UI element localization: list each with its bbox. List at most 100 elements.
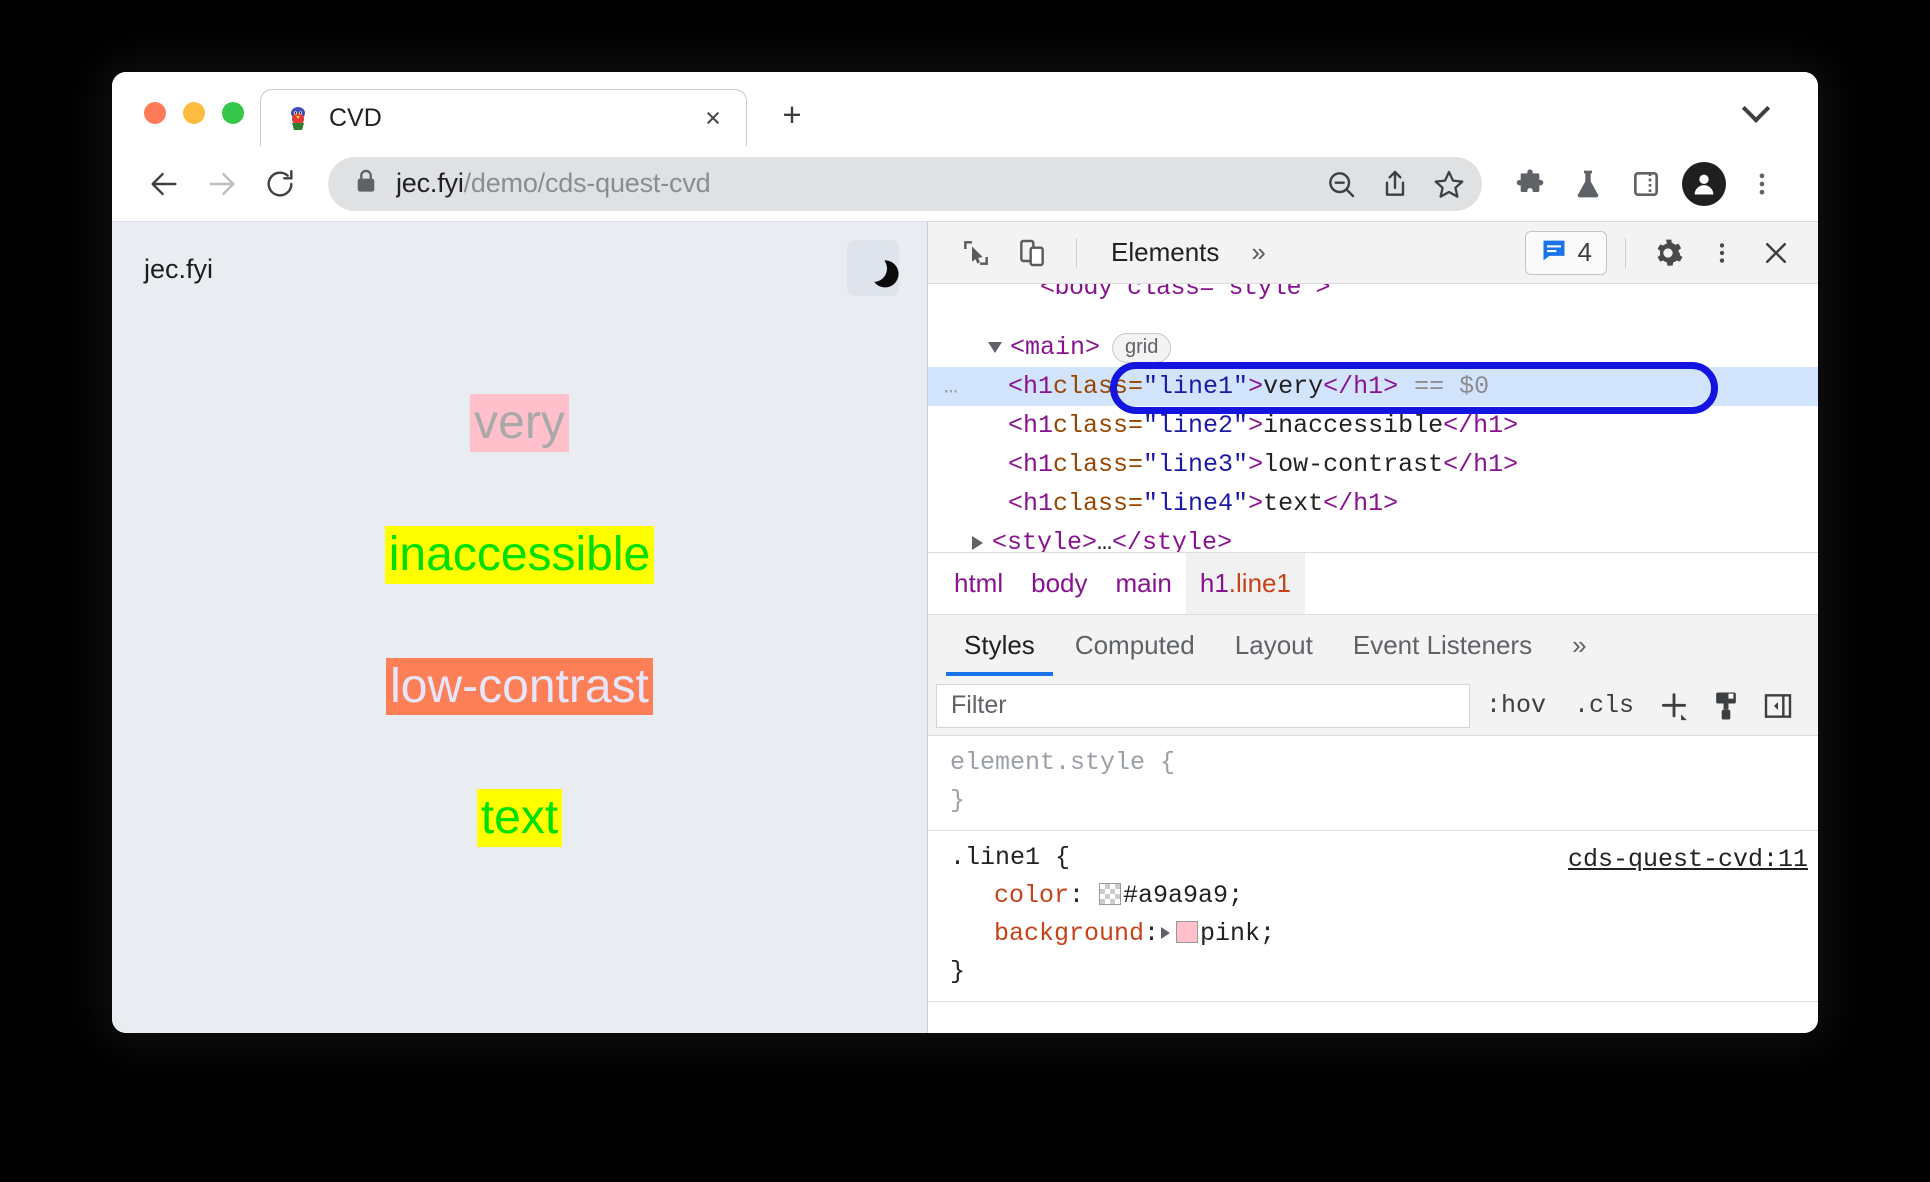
minimize-window-button[interactable] (183, 102, 205, 124)
hov-button[interactable]: :hov (1474, 684, 1558, 728)
expand-triangle-icon[interactable] (1161, 927, 1171, 939)
dom-row-h1-line4[interactable]: <h1 class = "line4" > text </h1> (928, 484, 1818, 523)
cls-button[interactable]: .cls (1562, 684, 1646, 728)
chevron-down-icon (1741, 94, 1771, 123)
avatar[interactable] (1678, 158, 1730, 210)
h1-attr-eq: = (1128, 372, 1144, 401)
breadcrumb-item-body[interactable]: body (1017, 553, 1101, 615)
new-tab-button[interactable]: + (771, 94, 813, 136)
three-dot-menu-icon[interactable] (1736, 158, 1788, 210)
three-dot-menu-icon[interactable] (1698, 231, 1746, 275)
dom-clipped-text: <body class="style"> (1040, 284, 1331, 302)
breadcrumb-item-html[interactable]: html (940, 553, 1017, 615)
parrot-favicon (285, 105, 311, 131)
tab-event-listeners[interactable]: Event Listeners (1335, 615, 1550, 676)
screenshot-root: CVD × + jec.fyi/demo/cds-quest-cvd jec.f… (0, 0, 1930, 1182)
h1-attr-value: "line2" (1143, 411, 1249, 440)
property-name[interactable]: background (994, 919, 1144, 948)
tab-layout[interactable]: Layout (1217, 615, 1331, 676)
h1-attr-value: "line4" (1143, 489, 1249, 518)
color-swatch[interactable] (1099, 883, 1122, 905)
back-arrow-icon[interactable] (138, 158, 190, 210)
dom-row-selected-h1[interactable]: … <h1 class = "line1" > very </h1> == $0 (928, 367, 1818, 406)
breadcrumb-class: .line1 (1228, 568, 1291, 598)
address-bar[interactable]: jec.fyi/demo/cds-quest-cvd (328, 156, 1482, 211)
share-icon[interactable] (1370, 159, 1420, 209)
chevron-right-double-icon[interactable]: » (1554, 615, 1604, 676)
reload-icon[interactable] (254, 158, 306, 210)
star-icon[interactable] (1424, 159, 1474, 209)
maximize-window-button[interactable] (222, 102, 244, 124)
url-host: jec.fyi (396, 168, 464, 198)
h1-attr-eq: = (1128, 411, 1144, 440)
dom-row-style[interactable]: <style> … </style> (928, 523, 1818, 552)
rule-element-style[interactable]: element.style { } (928, 736, 1818, 831)
tab-elements[interactable]: Elements (1097, 231, 1233, 275)
puzzle-icon[interactable] (1504, 158, 1556, 210)
url-text: jec.fyi/demo/cds-quest-cvd (396, 168, 1298, 199)
rule-line1[interactable]: .line1 { cds-quest-cvd:11 color: #a9a9a9… (928, 831, 1818, 1002)
expand-triangle-icon[interactable] (988, 342, 1002, 353)
tab-computed[interactable]: Computed (1057, 615, 1213, 676)
color-swatch[interactable] (1176, 921, 1199, 943)
sidebar-toggle-icon[interactable] (1754, 684, 1802, 728)
plus-icon[interactable] (1650, 684, 1698, 728)
dom-row-main-open[interactable]: <main> grid (928, 328, 1818, 367)
breadcrumb-item-main[interactable]: main (1102, 553, 1186, 615)
rule-close-brace: } (950, 957, 966, 986)
dom-row-h1-line3[interactable]: <h1 class = "line3" > low-contrast </h1> (928, 445, 1818, 484)
theme-toggle-button[interactable] (847, 240, 899, 296)
h1-text: text (1263, 489, 1324, 518)
property-value[interactable]: pink; (1200, 919, 1275, 948)
devtools-toolbar: Elements » 4 (928, 222, 1818, 284)
devtools-toolbar-right: 4 (1524, 230, 1800, 275)
avatar-icon (1682, 161, 1726, 206)
issues-badge[interactable]: 4 (1524, 230, 1607, 275)
close-tab-button[interactable]: × (698, 103, 728, 133)
tab-search-button[interactable] (1736, 94, 1776, 130)
paint-brush-icon[interactable] (1702, 684, 1750, 728)
main-open-tag: <main> (1010, 333, 1101, 362)
chevron-right-double-icon[interactable]: » (1241, 237, 1275, 268)
lock-icon (354, 168, 378, 199)
close-icon[interactable] (1752, 231, 1800, 275)
declaration-color[interactable]: color: #a9a9a9; (950, 877, 1818, 915)
zoom-out-icon[interactable] (1316, 159, 1366, 209)
side-panel-icon[interactable] (1620, 158, 1672, 210)
rule-source-link[interactable]: cds-quest-cvd:11 (1568, 841, 1808, 879)
breadcrumb: html body main h1 .line1 (928, 552, 1818, 615)
dom-row-h1-line2[interactable]: <h1 class = "line2" > inaccessible </h1> (928, 406, 1818, 445)
filter-input[interactable] (936, 683, 1470, 728)
heading-line3: low-contrast (386, 657, 653, 716)
property-name[interactable]: color (994, 881, 1069, 910)
rule-selector[interactable]: element.style { (950, 744, 1818, 782)
expand-triangle-icon[interactable] (972, 535, 983, 550)
tab-styles[interactable]: Styles (946, 615, 1053, 676)
declaration-background[interactable]: background: pink; (950, 915, 1818, 953)
breadcrumb-item-h1-line1[interactable]: h1 .line1 (1185, 552, 1305, 615)
tab-strip: CVD × + (112, 72, 1818, 146)
device-toolbar-icon[interactable] (1008, 231, 1056, 275)
message-icon (1540, 236, 1568, 269)
forward-arrow-icon (196, 158, 248, 210)
h1-close-tag: </h1> (1443, 411, 1519, 440)
h1-attr-name: class (1053, 450, 1129, 479)
dom-clipped-row[interactable]: <body class="style"> (1040, 284, 1331, 307)
site-name: jec.fyi (144, 254, 214, 284)
styles-rules: element.style { } .line1 { cds-quest-cvd… (928, 736, 1818, 1033)
omnibox-actions (1316, 159, 1474, 209)
browser-tab[interactable]: CVD × (260, 89, 747, 146)
row-actions-ellipsis[interactable]: … (944, 367, 961, 406)
grid-badge[interactable]: grid (1112, 332, 1172, 363)
gear-icon[interactable] (1644, 231, 1692, 275)
toolbar-divider (1076, 237, 1077, 268)
h1-attr-eq: = (1128, 450, 1144, 479)
h1-close-tag: </h1> (1323, 489, 1399, 518)
flask-icon[interactable] (1562, 158, 1614, 210)
close-window-button[interactable] (144, 102, 166, 124)
inspect-cursor-icon[interactable] (952, 231, 1000, 275)
h1-attr-name: class (1053, 411, 1129, 440)
h1-gt: > (1248, 411, 1264, 440)
h1-text: very (1263, 372, 1324, 401)
property-value[interactable]: #a9a9a9; (1123, 881, 1243, 910)
